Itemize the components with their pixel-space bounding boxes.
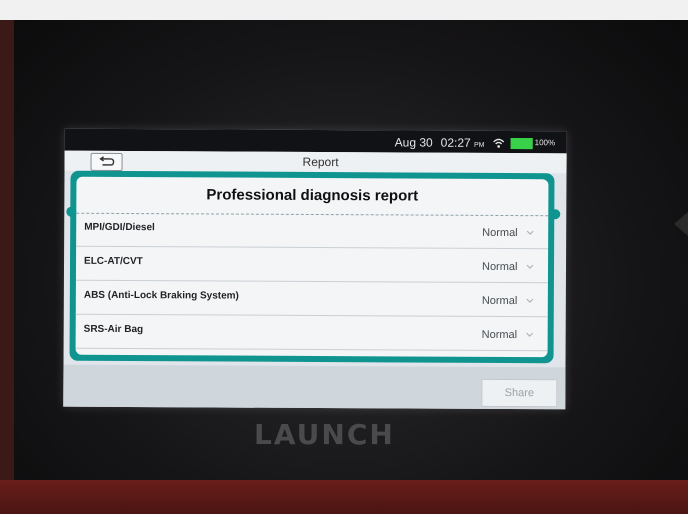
card-notch-left bbox=[66, 206, 77, 217]
report-title: Professional diagnosis report bbox=[206, 186, 419, 205]
chevron-down-icon bbox=[526, 230, 534, 235]
device-screen: Aug 30 02:27 PM 100% Report Professional… bbox=[63, 128, 567, 410]
row-status: Normal bbox=[481, 260, 518, 274]
row-label: MPI/GDI/Diesel bbox=[84, 221, 155, 234]
battery-percentage: 100% bbox=[534, 138, 556, 148]
back-arrow-icon bbox=[99, 156, 115, 166]
report-card: Professional diagnosis report MPI/GDI/Di… bbox=[66, 170, 561, 364]
page-title: Report bbox=[302, 154, 339, 170]
wifi-icon bbox=[493, 138, 505, 148]
row-label: ELC-AT/CVT bbox=[84, 255, 143, 268]
chevron-down-icon bbox=[526, 332, 534, 337]
row-status: Normal bbox=[482, 226, 518, 240]
device-top-edge bbox=[0, 0, 688, 20]
share-button[interactable]: Share bbox=[481, 378, 558, 408]
report-row-srs[interactable]: SRS-Air Bag Normal bbox=[75, 314, 548, 352]
row-status: Normal bbox=[481, 294, 518, 308]
status-ampm: PM bbox=[474, 141, 485, 149]
chevron-down-icon bbox=[526, 298, 534, 303]
title-bar: Report bbox=[64, 150, 567, 174]
row-label: ABS (Anti-Lock Braking System) bbox=[83, 289, 239, 302]
row-label: SRS-Air Bag bbox=[83, 323, 144, 336]
report-header: Professional diagnosis report bbox=[76, 176, 549, 217]
side-arrow-icon bbox=[674, 212, 688, 236]
bottom-action-bar: Share bbox=[63, 364, 566, 410]
battery-icon bbox=[510, 138, 533, 150]
report-row-elc[interactable]: ELC-AT/CVT Normal bbox=[75, 246, 549, 284]
back-button[interactable] bbox=[90, 152, 123, 171]
card-notch-right bbox=[550, 209, 561, 220]
report-panel: Professional diagnosis report MPI/GDI/Di… bbox=[75, 176, 549, 358]
status-date: Aug 30 bbox=[394, 135, 433, 150]
status-bar: Aug 30 02:27 PM 100% bbox=[64, 128, 567, 154]
chevron-down-icon bbox=[526, 264, 534, 269]
device-left-edge bbox=[0, 20, 14, 480]
device-bottom-edge bbox=[0, 480, 688, 514]
report-row-abs[interactable]: ABS (Anti-Lock Braking System) Normal bbox=[75, 280, 548, 318]
status-time: 02:27 PM bbox=[441, 136, 485, 150]
status-clock: 02:27 bbox=[440, 135, 471, 150]
brand-logo: LAUNCH bbox=[254, 418, 395, 451]
report-row-mpi[interactable]: MPI/GDI/Diesel Normal bbox=[76, 212, 549, 250]
row-status: Normal bbox=[481, 328, 518, 342]
